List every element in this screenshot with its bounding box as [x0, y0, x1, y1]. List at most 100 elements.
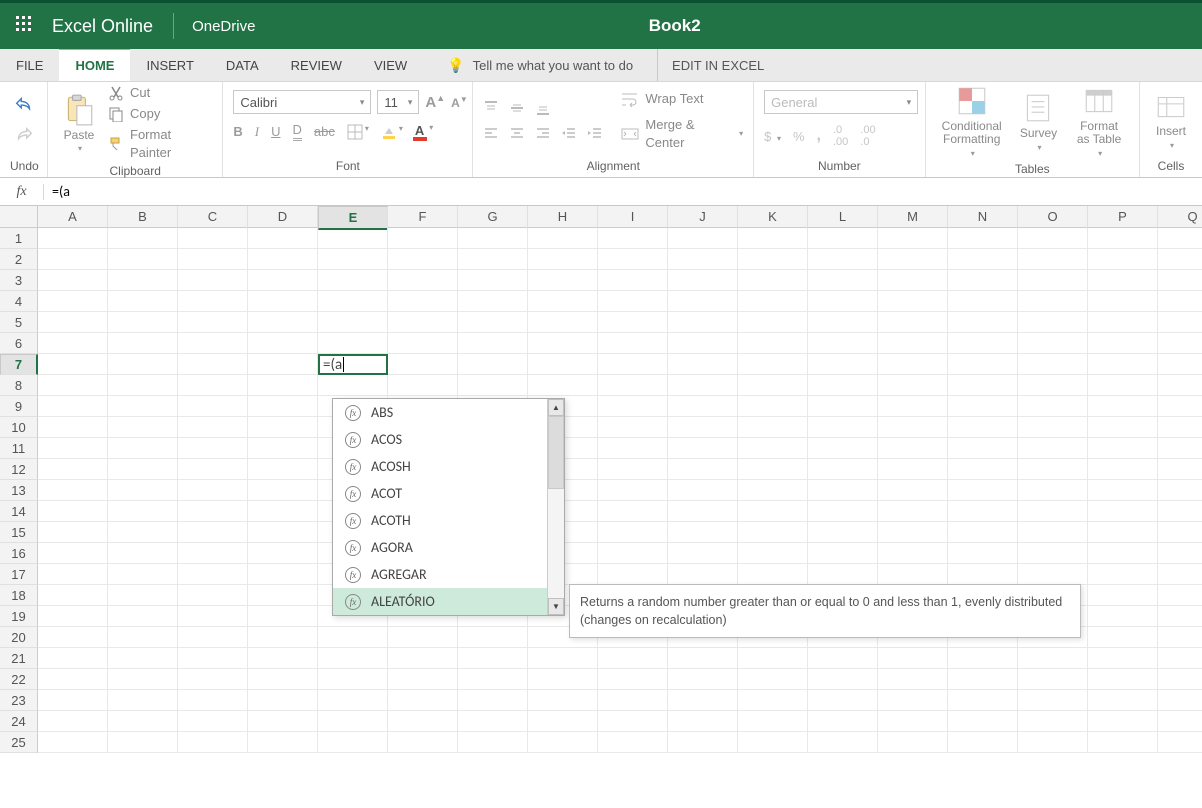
column-header[interactable]: D: [248, 206, 318, 228]
cut-button[interactable]: Cut: [108, 84, 212, 102]
cell[interactable]: [878, 417, 948, 438]
strikethrough-button[interactable]: abc: [314, 124, 335, 139]
autocomplete-item[interactable]: fxAGREGAR: [333, 561, 547, 588]
cell[interactable]: [1088, 291, 1158, 312]
cell[interactable]: [528, 249, 598, 270]
cell[interactable]: [1158, 711, 1202, 732]
cell[interactable]: [388, 669, 458, 690]
font-name-select[interactable]: Calibri▾: [233, 90, 371, 114]
cell[interactable]: [1088, 522, 1158, 543]
cell[interactable]: [38, 564, 108, 585]
cell[interactable]: [878, 228, 948, 249]
cell[interactable]: [1088, 564, 1158, 585]
cell[interactable]: [948, 417, 1018, 438]
cell[interactable]: [528, 270, 598, 291]
align-top-icon[interactable]: [483, 100, 499, 116]
cell[interactable]: [108, 648, 178, 669]
autocomplete-item[interactable]: fxACOT: [333, 480, 547, 507]
cell[interactable]: [248, 291, 318, 312]
cell[interactable]: [1088, 459, 1158, 480]
cell[interactable]: [178, 333, 248, 354]
cell[interactable]: [458, 354, 528, 375]
cell[interactable]: [668, 732, 738, 753]
format-painter-button[interactable]: Format Painter: [108, 126, 212, 162]
cell[interactable]: [738, 543, 808, 564]
autocomplete-item[interactable]: fxAGORA: [333, 534, 547, 561]
cell[interactable]: [318, 669, 388, 690]
cell[interactable]: [388, 312, 458, 333]
cell[interactable]: [1158, 522, 1202, 543]
column-header[interactable]: E: [318, 206, 388, 230]
font-color-button[interactable]: A▾: [415, 123, 433, 141]
cell[interactable]: [598, 522, 668, 543]
align-bottom-icon[interactable]: [535, 100, 551, 116]
cell[interactable]: [38, 711, 108, 732]
column-header[interactable]: K: [738, 206, 808, 228]
cell[interactable]: [598, 648, 668, 669]
cell[interactable]: [1088, 480, 1158, 501]
cell[interactable]: [668, 690, 738, 711]
column-header[interactable]: J: [668, 206, 738, 228]
row-header[interactable]: 16: [0, 543, 38, 564]
cell[interactable]: [528, 228, 598, 249]
row-header[interactable]: 22: [0, 669, 38, 690]
cell[interactable]: [318, 375, 388, 396]
cell[interactable]: [1018, 690, 1088, 711]
cell[interactable]: [528, 291, 598, 312]
cell[interactable]: [1088, 648, 1158, 669]
cell[interactable]: [668, 711, 738, 732]
cell[interactable]: [108, 354, 178, 375]
row-header[interactable]: 23: [0, 690, 38, 711]
cell[interactable]: [248, 669, 318, 690]
cell[interactable]: [738, 249, 808, 270]
cell[interactable]: [948, 501, 1018, 522]
decrease-decimal-icon[interactable]: .00.0: [860, 124, 875, 148]
cell[interactable]: [458, 711, 528, 732]
cell[interactable]: [388, 270, 458, 291]
cell[interactable]: [108, 732, 178, 753]
cell[interactable]: [248, 606, 318, 627]
align-middle-icon[interactable]: [509, 100, 525, 116]
cell[interactable]: [668, 312, 738, 333]
cell[interactable]: [1018, 249, 1088, 270]
cell[interactable]: [388, 732, 458, 753]
cell[interactable]: [458, 648, 528, 669]
cell[interactable]: [248, 354, 318, 375]
cell[interactable]: [388, 627, 458, 648]
cell[interactable]: [1088, 606, 1158, 627]
cell[interactable]: [878, 564, 948, 585]
cell[interactable]: [738, 480, 808, 501]
cell[interactable]: [248, 228, 318, 249]
cell[interactable]: [668, 480, 738, 501]
cell[interactable]: [178, 459, 248, 480]
cell[interactable]: [388, 291, 458, 312]
autocomplete-scrollbar[interactable]: ▲ ▼: [547, 399, 564, 615]
fx-icon[interactable]: fx: [0, 184, 44, 200]
insert-cells-button[interactable]: Insert▾: [1150, 89, 1192, 152]
cell[interactable]: [108, 396, 178, 417]
cell[interactable]: [248, 711, 318, 732]
cell[interactable]: [38, 522, 108, 543]
cell[interactable]: [668, 291, 738, 312]
cell[interactable]: [738, 501, 808, 522]
cell[interactable]: [1088, 732, 1158, 753]
cell[interactable]: [248, 648, 318, 669]
cell[interactable]: [318, 711, 388, 732]
cell[interactable]: [808, 375, 878, 396]
cell[interactable]: [878, 249, 948, 270]
cell[interactable]: [668, 417, 738, 438]
cell[interactable]: [1018, 711, 1088, 732]
cell[interactable]: [108, 312, 178, 333]
cell[interactable]: [318, 690, 388, 711]
cell[interactable]: [948, 711, 1018, 732]
cell[interactable]: [178, 354, 248, 375]
column-header[interactable]: I: [598, 206, 668, 228]
wrap-text-button[interactable]: Wrap Text: [621, 90, 743, 108]
cell[interactable]: [38, 312, 108, 333]
tell-me-search[interactable]: 💡 Tell me what you want to do: [447, 49, 633, 81]
cell[interactable]: [1158, 438, 1202, 459]
cell[interactable]: [38, 732, 108, 753]
font-size-select[interactable]: 11▾: [377, 90, 419, 114]
cell[interactable]: [38, 438, 108, 459]
cell[interactable]: [178, 249, 248, 270]
